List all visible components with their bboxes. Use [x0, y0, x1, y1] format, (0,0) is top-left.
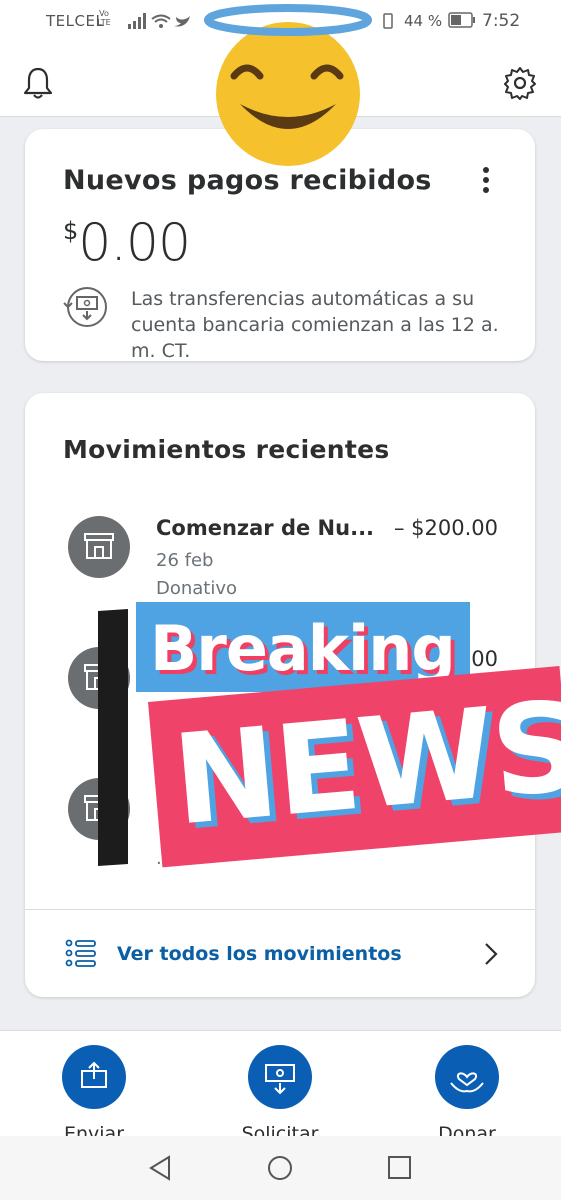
- see-all-activity-link[interactable]: Ver todos los movimientos: [25, 911, 535, 997]
- bottom-action-bar: Enviar Solicitar Donar: [0, 1030, 561, 1145]
- transaction-amount: – $200.00: [393, 516, 498, 540]
- balance-amount: $0.00: [63, 213, 191, 273]
- system-navigation-bar: [0, 1136, 561, 1200]
- request-icon: [248, 1045, 312, 1109]
- request-button[interactable]: Solicitar: [220, 1045, 340, 1145]
- battery-icon: [448, 12, 475, 28]
- list-icon: [65, 939, 96, 967]
- breaking-news-overlay: Breaking NEWS: [98, 598, 561, 870]
- battery-percent: 44 %: [404, 12, 443, 30]
- back-icon[interactable]: [147, 1154, 175, 1182]
- donate-icon: [435, 1045, 499, 1109]
- balance-card-title: Nuevos pagos recibidos: [63, 165, 432, 196]
- transaction-name: Comenzar de Nu...: [156, 516, 375, 540]
- volte-indicator: Vo LTE: [97, 9, 111, 27]
- chevron-right-icon: [485, 943, 498, 965]
- signal-wifi-twitter-icons: [128, 13, 190, 29]
- store-icon: [68, 516, 130, 578]
- more-options-icon[interactable]: [481, 167, 491, 199]
- recent-activity-title: Movimientos recientes: [63, 435, 390, 464]
- breaking-text: Breaking: [150, 612, 456, 685]
- divider: [25, 909, 535, 910]
- bell-icon[interactable]: [22, 66, 54, 100]
- clock: 7:52: [482, 11, 521, 31]
- gear-icon[interactable]: [503, 66, 537, 100]
- smiling-face-with-halo-icon: [204, 4, 372, 166]
- send-button[interactable]: Enviar: [34, 1045, 154, 1145]
- home-icon[interactable]: [266, 1154, 294, 1182]
- send-icon: [62, 1045, 126, 1109]
- transaction-date: 26 feb: [156, 550, 214, 571]
- see-all-label: Ver todos los movimientos: [117, 943, 402, 965]
- recents-icon[interactable]: [386, 1154, 414, 1182]
- overlay-black-bar: [98, 608, 128, 867]
- auto-transfer-icon: [63, 287, 107, 327]
- transfer-note: Las transferencias automáticas a su cuen…: [131, 288, 499, 362]
- transaction-type: Donativo: [156, 578, 238, 599]
- donate-button[interactable]: Donar: [407, 1045, 527, 1145]
